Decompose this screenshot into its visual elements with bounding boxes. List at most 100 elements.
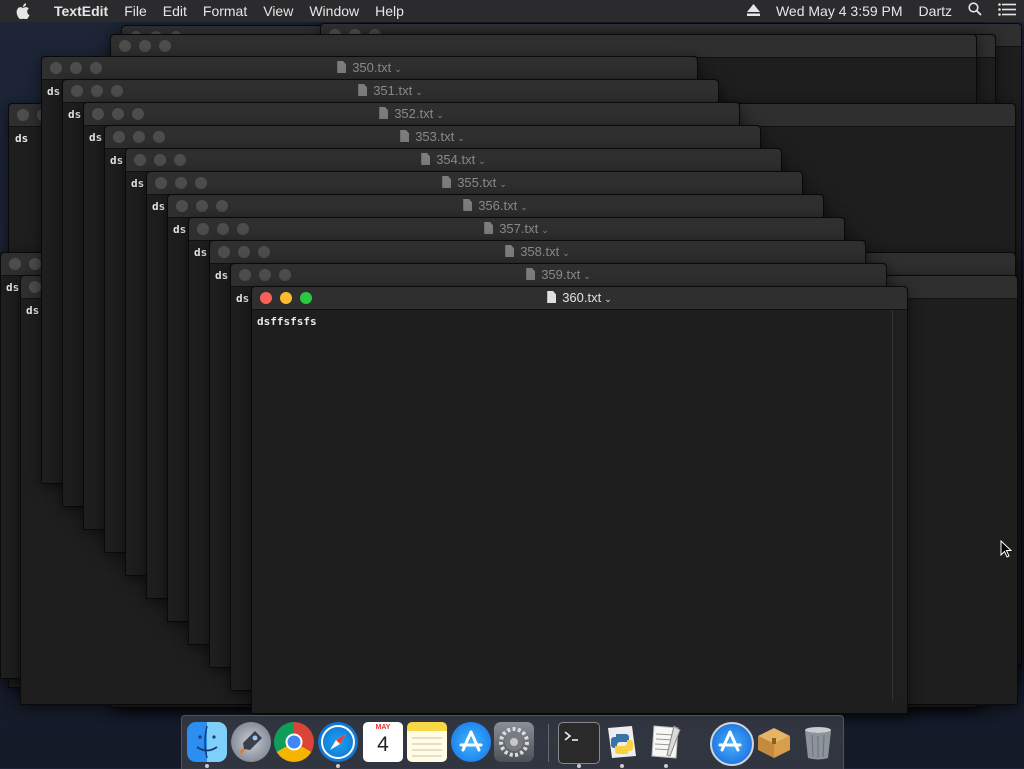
app-menu-textedit[interactable]: TextEdit bbox=[46, 0, 116, 22]
minimize-button[interactable] bbox=[29, 258, 41, 270]
window-title[interactable]: 357.txt ⌄ bbox=[189, 218, 844, 240]
dock: MAY 4 bbox=[181, 715, 844, 769]
window-title[interactable]: 358.txt ⌄ bbox=[210, 241, 865, 263]
window-title[interactable]: 353.txt ⌄ bbox=[105, 126, 760, 148]
chevron-down-icon: ⌄ bbox=[457, 133, 465, 143]
launchpad-icon[interactable] bbox=[231, 722, 271, 762]
menu-edit[interactable]: Edit bbox=[155, 0, 195, 22]
apple-icon[interactable] bbox=[0, 3, 46, 19]
calendar-day: 4 bbox=[377, 733, 389, 756]
document-icon bbox=[421, 153, 431, 165]
chevron-down-icon: ⌄ bbox=[436, 110, 444, 120]
window-title[interactable]: 351.txt ⌄ bbox=[63, 80, 718, 102]
menu-file[interactable]: File bbox=[116, 0, 155, 22]
chevron-down-icon: ⌄ bbox=[499, 179, 507, 189]
minimize-button[interactable] bbox=[139, 40, 151, 52]
window-title[interactable]: 359.txt ⌄ bbox=[231, 264, 886, 286]
window-title-text: 352.txt bbox=[394, 106, 434, 121]
close-button[interactable] bbox=[29, 281, 41, 293]
window-title[interactable]: 352.txt ⌄ bbox=[84, 103, 739, 125]
running-indicator bbox=[577, 764, 581, 768]
document-icon bbox=[484, 222, 494, 234]
window-title[interactable]: 356.txt ⌄ bbox=[168, 195, 823, 217]
window-title-text: 357.txt bbox=[499, 221, 539, 236]
window-title[interactable]: 350.txt ⌄ bbox=[42, 57, 697, 79]
chevron-down-icon: ⌄ bbox=[520, 202, 528, 212]
window-title[interactable]: 354.txt ⌄ bbox=[126, 149, 781, 171]
textedit-icon[interactable] bbox=[646, 722, 686, 762]
window-titlebar[interactable]: 359.txt ⌄ bbox=[231, 264, 886, 287]
eject-icon[interactable] bbox=[739, 0, 768, 22]
zoom-button[interactable] bbox=[159, 40, 171, 52]
window-titlebar[interactable]: 351.txt ⌄ bbox=[63, 80, 718, 103]
window-title-text: 360.txt bbox=[562, 290, 602, 305]
window-title-text: 351.txt bbox=[373, 83, 413, 98]
document-icon bbox=[400, 130, 410, 142]
running-indicator bbox=[205, 764, 209, 768]
window-titlebar[interactable]: 357.txt ⌄ bbox=[189, 218, 844, 241]
clock[interactable]: Wed May 4 3:59 PM bbox=[768, 0, 911, 22]
menu-bar: TextEdit File Edit Format View Window He… bbox=[0, 0, 1024, 22]
document-text[interactable]: dsffsfsfs bbox=[252, 310, 907, 333]
window-titlebar[interactable]: 358.txt ⌄ bbox=[210, 241, 865, 264]
document-icon bbox=[379, 107, 389, 119]
window-titlebar[interactable]: 355.txt ⌄ bbox=[147, 172, 802, 195]
trash-icon[interactable] bbox=[798, 722, 838, 762]
document-icon bbox=[442, 176, 452, 188]
chevron-down-icon: ⌄ bbox=[562, 248, 570, 258]
calendar-icon[interactable]: MAY 4 bbox=[363, 722, 403, 762]
system-preferences-icon[interactable] bbox=[494, 722, 534, 762]
dock-separator bbox=[548, 724, 549, 762]
window-title-text: 353.txt bbox=[415, 129, 455, 144]
user-menu[interactable]: Dartz bbox=[911, 0, 960, 22]
window-title-text: 359.txt bbox=[541, 267, 581, 282]
window-title-text: 358.txt bbox=[520, 244, 560, 259]
menu-format[interactable]: Format bbox=[195, 0, 255, 22]
close-button[interactable] bbox=[119, 40, 131, 52]
close-button[interactable] bbox=[9, 258, 21, 270]
document-icon bbox=[337, 61, 347, 73]
document-icon bbox=[526, 268, 536, 280]
window-title-text: 355.txt bbox=[457, 175, 497, 190]
document-icon bbox=[358, 84, 368, 96]
menu-view[interactable]: View bbox=[255, 0, 301, 22]
window-title[interactable]: 355.txt ⌄ bbox=[147, 172, 802, 194]
archive-utility-icon[interactable] bbox=[754, 722, 794, 762]
running-indicator bbox=[336, 764, 340, 768]
calendar-month: MAY bbox=[363, 723, 403, 733]
mouse-cursor-icon bbox=[1000, 539, 1013, 563]
vertical-scrollbar[interactable] bbox=[892, 310, 907, 701]
safari-icon[interactable] bbox=[318, 722, 358, 762]
menu-help[interactable]: Help bbox=[367, 0, 412, 22]
chevron-down-icon: ⌄ bbox=[415, 87, 423, 97]
xcode-app-store-icon[interactable] bbox=[710, 722, 754, 766]
window-titlebar[interactable]: 356.txt ⌄ bbox=[168, 195, 823, 218]
chrome-icon[interactable] bbox=[274, 722, 314, 762]
notes-icon[interactable] bbox=[407, 722, 447, 762]
python-launcher-icon[interactable] bbox=[602, 722, 642, 762]
finder-icon[interactable] bbox=[187, 722, 227, 762]
window-title-text: 354.txt bbox=[436, 152, 476, 167]
window-title[interactable]: 360.txt ⌄ bbox=[252, 287, 907, 309]
spotlight-search-icon[interactable] bbox=[960, 0, 990, 22]
chevron-down-icon: ⌄ bbox=[604, 294, 612, 304]
window-title-text: 350.txt bbox=[352, 60, 392, 75]
window-titlebar[interactable] bbox=[111, 35, 976, 58]
app-store-icon[interactable] bbox=[451, 722, 491, 762]
terminal-icon[interactable] bbox=[558, 722, 600, 764]
chevron-down-icon: ⌄ bbox=[394, 64, 402, 74]
notification-center-icon[interactable] bbox=[990, 0, 1024, 22]
window-titlebar[interactable]: 354.txt ⌄ bbox=[126, 149, 781, 172]
chevron-down-icon: ⌄ bbox=[478, 156, 486, 166]
chevron-down-icon: ⌄ bbox=[583, 271, 591, 281]
document-icon bbox=[505, 245, 515, 257]
menu-window[interactable]: Window bbox=[301, 0, 367, 22]
window-titlebar[interactable]: 350.txt ⌄ bbox=[42, 57, 697, 80]
window-titlebar[interactable]: 360.txt ⌄ bbox=[252, 287, 907, 310]
window-360[interactable]: 360.txt ⌄ dsffsfsfs bbox=[251, 286, 908, 714]
window-titlebar[interactable]: 352.txt ⌄ bbox=[84, 103, 739, 126]
window-title-text: 356.txt bbox=[478, 198, 518, 213]
document-icon bbox=[463, 199, 473, 211]
window-titlebar[interactable]: 353.txt ⌄ bbox=[105, 126, 760, 149]
close-button[interactable] bbox=[17, 109, 29, 121]
